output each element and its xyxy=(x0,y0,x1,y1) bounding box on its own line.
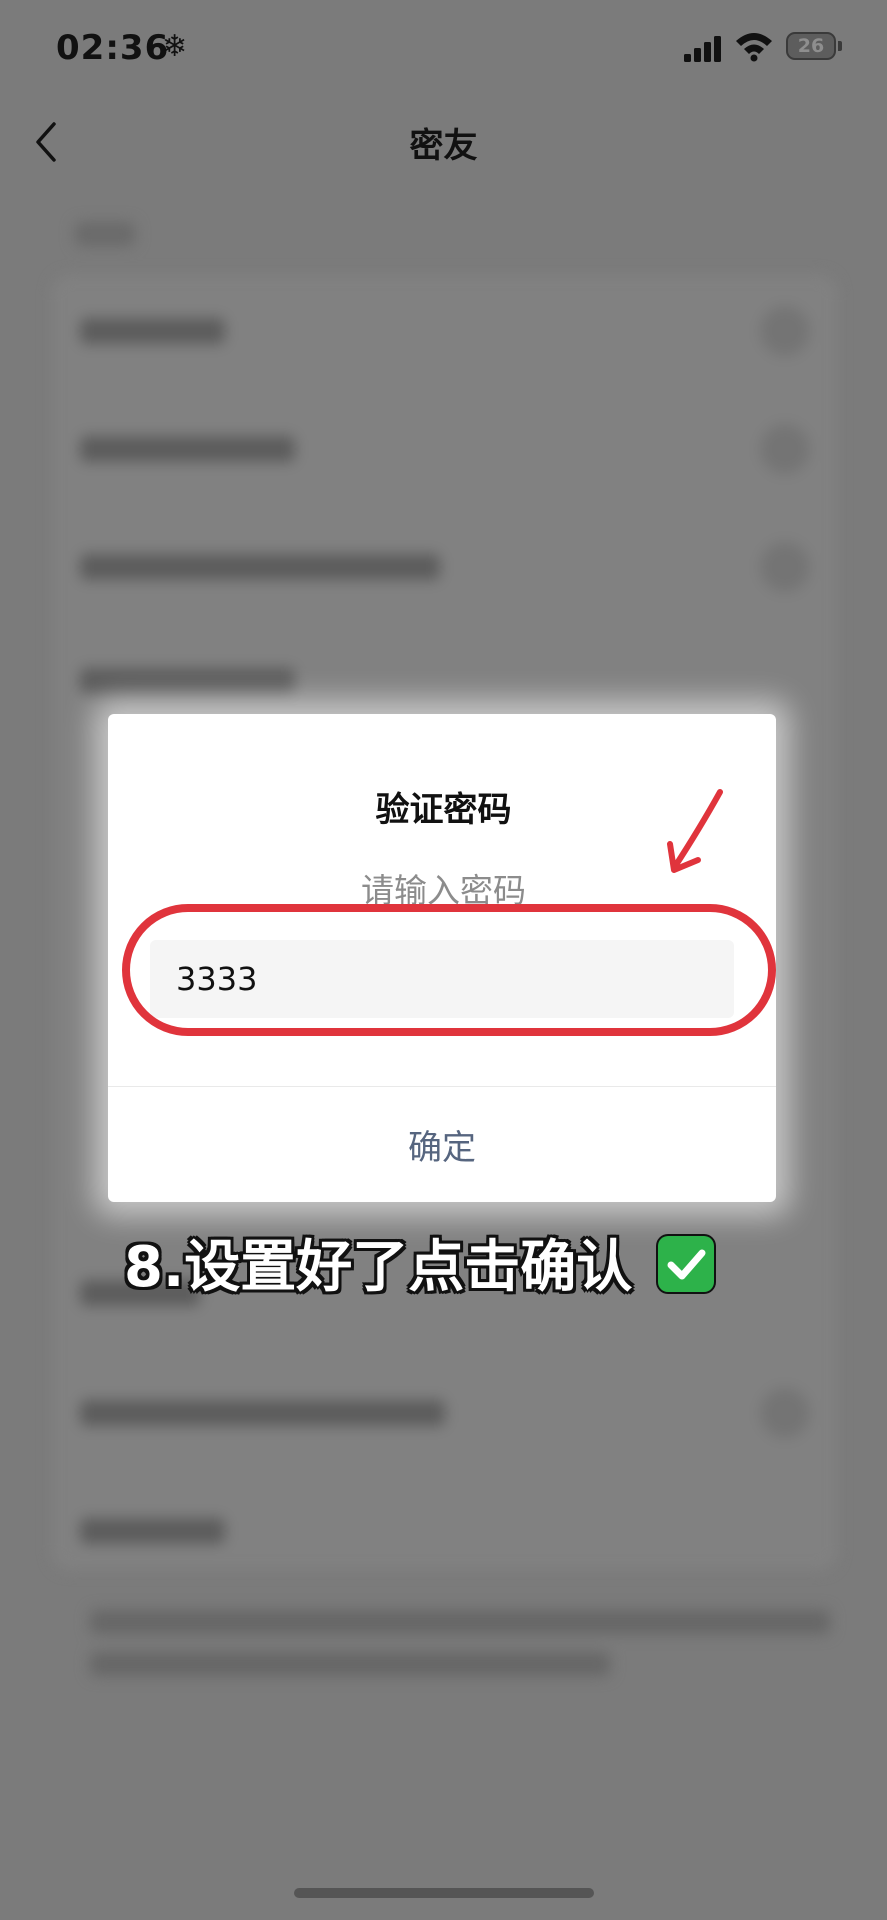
cellular-signal-icon xyxy=(684,36,721,62)
page-title: 密友 xyxy=(409,126,478,166)
bg-row-4 xyxy=(80,668,295,694)
bg-toggle-1 xyxy=(760,306,810,356)
red-arrow-icon xyxy=(667,789,723,873)
bg-section-label xyxy=(75,222,135,246)
bg-toggle-6 xyxy=(760,1388,810,1438)
wifi-icon xyxy=(736,33,772,62)
status-bar: 02:36 ❄ 26 xyxy=(0,0,887,100)
caption-text: 8.设置好了点击确认 xyxy=(124,1235,633,1300)
bg-footnote-1 xyxy=(90,1610,830,1634)
bg-toggle-2 xyxy=(760,424,810,474)
dialog-title: 验证密码 xyxy=(375,790,512,830)
bg-toggle-3 xyxy=(760,542,810,592)
bg-row-1 xyxy=(80,318,225,344)
tutorial-caption: 8.设置好了点击确认 xyxy=(124,1222,714,1303)
battery-level: 26 xyxy=(797,35,825,57)
highlight-ellipse xyxy=(122,904,776,1036)
bg-row-7 xyxy=(80,1518,225,1544)
battery-icon: 26 xyxy=(786,32,836,60)
battery-tip xyxy=(838,41,842,51)
confirm-button[interactable]: 确定 xyxy=(108,1087,776,1201)
bg-row-2 xyxy=(80,436,295,462)
snowflake-icon: ❄ xyxy=(162,29,188,64)
status-time: 02:36 xyxy=(56,28,170,68)
check-mark-icon xyxy=(657,1236,714,1292)
bg-row-3 xyxy=(80,554,440,580)
bg-row-6 xyxy=(80,1400,445,1426)
bg-footnote-2 xyxy=(90,1652,610,1676)
home-indicator xyxy=(294,1888,594,1898)
